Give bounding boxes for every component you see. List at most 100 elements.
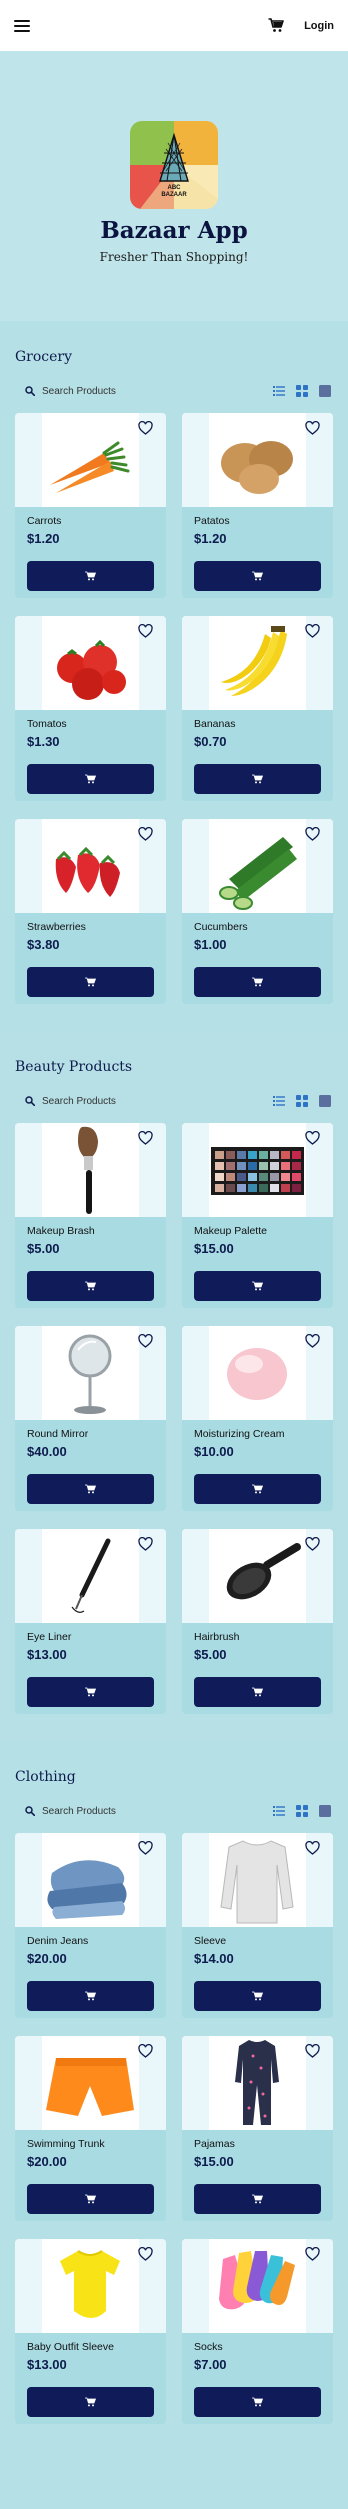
favorite-heart-icon[interactable] bbox=[305, 1131, 320, 1145]
add-to-cart-button[interactable] bbox=[194, 2387, 321, 2417]
add-to-cart-button[interactable] bbox=[27, 2387, 154, 2417]
product-price: $15.00 bbox=[194, 1241, 234, 1256]
product-price: $1.30 bbox=[27, 734, 60, 749]
product-card: Makeup Palette $15.00 bbox=[182, 1123, 333, 1308]
strawberries-image bbox=[55, 846, 120, 897]
add-to-cart-button[interactable] bbox=[194, 967, 321, 997]
product-name: Makeup Palette bbox=[194, 1225, 267, 1237]
favorite-heart-icon[interactable] bbox=[138, 2247, 153, 2261]
favorite-heart-icon[interactable] bbox=[138, 1537, 153, 1551]
favorite-heart-icon[interactable] bbox=[305, 1334, 320, 1348]
grid-view-icon[interactable] bbox=[296, 385, 308, 397]
favorite-heart-icon[interactable] bbox=[138, 624, 153, 638]
add-to-cart-button[interactable] bbox=[27, 2184, 154, 2214]
add-to-cart-button[interactable] bbox=[194, 2184, 321, 2214]
product-price: $14.00 bbox=[194, 1951, 234, 1966]
product-image bbox=[15, 616, 166, 710]
logo-text-abc: ABC bbox=[168, 185, 182, 191]
product-image bbox=[15, 1833, 166, 1927]
add-to-cart-button[interactable] bbox=[27, 561, 154, 591]
round-mirror-image bbox=[68, 1334, 112, 1414]
product-name: Strawberries bbox=[27, 921, 86, 933]
product-card: Pajamas $15.00 bbox=[182, 2036, 333, 2221]
tomatoes-image bbox=[57, 639, 126, 700]
baby-outfit-image bbox=[60, 2250, 120, 2318]
cart-icon bbox=[252, 571, 263, 581]
add-to-cart-button[interactable] bbox=[194, 1474, 321, 1504]
add-to-cart-button[interactable] bbox=[27, 1981, 154, 2011]
add-to-cart-button[interactable] bbox=[194, 1981, 321, 2011]
product-card: Socks $7.00 bbox=[182, 2239, 333, 2424]
large-view-icon[interactable] bbox=[319, 385, 331, 397]
favorite-heart-icon[interactable] bbox=[305, 2247, 320, 2261]
grid-view-icon[interactable] bbox=[296, 1805, 308, 1817]
add-to-cart-button[interactable] bbox=[27, 1271, 154, 1301]
large-view-icon[interactable] bbox=[319, 1095, 331, 1107]
list-view-icon[interactable] bbox=[273, 385, 285, 397]
add-to-cart-button[interactable] bbox=[27, 967, 154, 997]
bazaar-logo: ABC BAZAAR bbox=[130, 121, 218, 209]
product-name: Patatos bbox=[194, 515, 230, 527]
list-view-icon[interactable] bbox=[273, 1805, 285, 1817]
grid-view-icon[interactable] bbox=[296, 1095, 308, 1107]
favorite-heart-icon[interactable] bbox=[138, 1334, 153, 1348]
search-input[interactable] bbox=[42, 1095, 202, 1107]
section-beauty-products: Beauty Products Makeup Brash $5.00 bbox=[0, 1031, 348, 1741]
product-name: Denim Jeans bbox=[27, 1935, 89, 1947]
hairbrush-image bbox=[226, 1543, 301, 1600]
favorite-heart-icon[interactable] bbox=[305, 421, 320, 435]
search-input[interactable] bbox=[42, 385, 202, 397]
product-price: $1.20 bbox=[194, 531, 227, 546]
product-card: Denim Jeans $20.00 bbox=[15, 1833, 166, 2018]
product-price: $40.00 bbox=[27, 1444, 67, 1459]
add-to-cart-button[interactable] bbox=[194, 1271, 321, 1301]
product-name: Pajamas bbox=[194, 2138, 235, 2150]
section-toolbar bbox=[15, 381, 333, 401]
sleeve-shirt-image bbox=[220, 1840, 294, 1924]
search-input[interactable] bbox=[42, 1805, 202, 1817]
add-to-cart-button[interactable] bbox=[27, 764, 154, 794]
cart-icon bbox=[85, 1484, 96, 1494]
add-to-cart-button[interactable] bbox=[194, 1677, 321, 1707]
shopping-cart-icon[interactable] bbox=[268, 18, 284, 33]
cart-icon bbox=[252, 1687, 263, 1697]
product-name: Socks bbox=[194, 2341, 223, 2353]
product-price: $20.00 bbox=[27, 1951, 67, 1966]
product-price: $20.00 bbox=[27, 2154, 67, 2169]
list-view-icon[interactable] bbox=[273, 1095, 285, 1107]
product-image bbox=[15, 1326, 166, 1420]
favorite-heart-icon[interactable] bbox=[305, 1537, 320, 1551]
product-price: $5.00 bbox=[27, 1241, 60, 1256]
socks-image bbox=[219, 2251, 295, 2310]
favorite-heart-icon[interactable] bbox=[138, 1841, 153, 1855]
product-image bbox=[182, 616, 333, 710]
section-clothing: Clothing Denim Jeans $20.00 bbox=[0, 1741, 348, 2451]
product-card: Cucumbers $1.00 bbox=[182, 819, 333, 1004]
favorite-heart-icon[interactable] bbox=[138, 827, 153, 841]
large-view-icon[interactable] bbox=[319, 1805, 331, 1817]
favorite-heart-icon[interactable] bbox=[138, 2044, 153, 2058]
add-to-cart-button[interactable] bbox=[194, 561, 321, 591]
hamburger-menu-icon[interactable] bbox=[14, 19, 30, 32]
favorite-heart-icon[interactable] bbox=[305, 827, 320, 841]
product-image bbox=[182, 1123, 333, 1217]
cart-icon bbox=[252, 1484, 263, 1494]
add-to-cart-button[interactable] bbox=[27, 1474, 154, 1504]
favorite-heart-icon[interactable] bbox=[305, 1841, 320, 1855]
add-to-cart-button[interactable] bbox=[194, 764, 321, 794]
makeup-brush-image bbox=[78, 1126, 98, 1214]
add-to-cart-button[interactable] bbox=[27, 1677, 154, 1707]
favorite-heart-icon[interactable] bbox=[138, 421, 153, 435]
favorite-heart-icon[interactable] bbox=[305, 2044, 320, 2058]
product-price: $15.00 bbox=[194, 2154, 234, 2169]
product-name: Hairbrush bbox=[194, 1631, 240, 1643]
product-image bbox=[182, 1833, 333, 1927]
login-button[interactable]: Login bbox=[304, 20, 334, 32]
favorite-heart-icon[interactable] bbox=[138, 1131, 153, 1145]
favorite-heart-icon[interactable] bbox=[305, 624, 320, 638]
cart-icon bbox=[85, 774, 96, 784]
bananas-image bbox=[221, 626, 287, 696]
hero-banner: ABC BAZAAR Bazaar App Fresher Than Shopp… bbox=[0, 51, 348, 321]
product-grid: Makeup Brash $5.00 Makeup Palette $15.00… bbox=[15, 1123, 333, 1714]
product-image bbox=[15, 1123, 166, 1217]
